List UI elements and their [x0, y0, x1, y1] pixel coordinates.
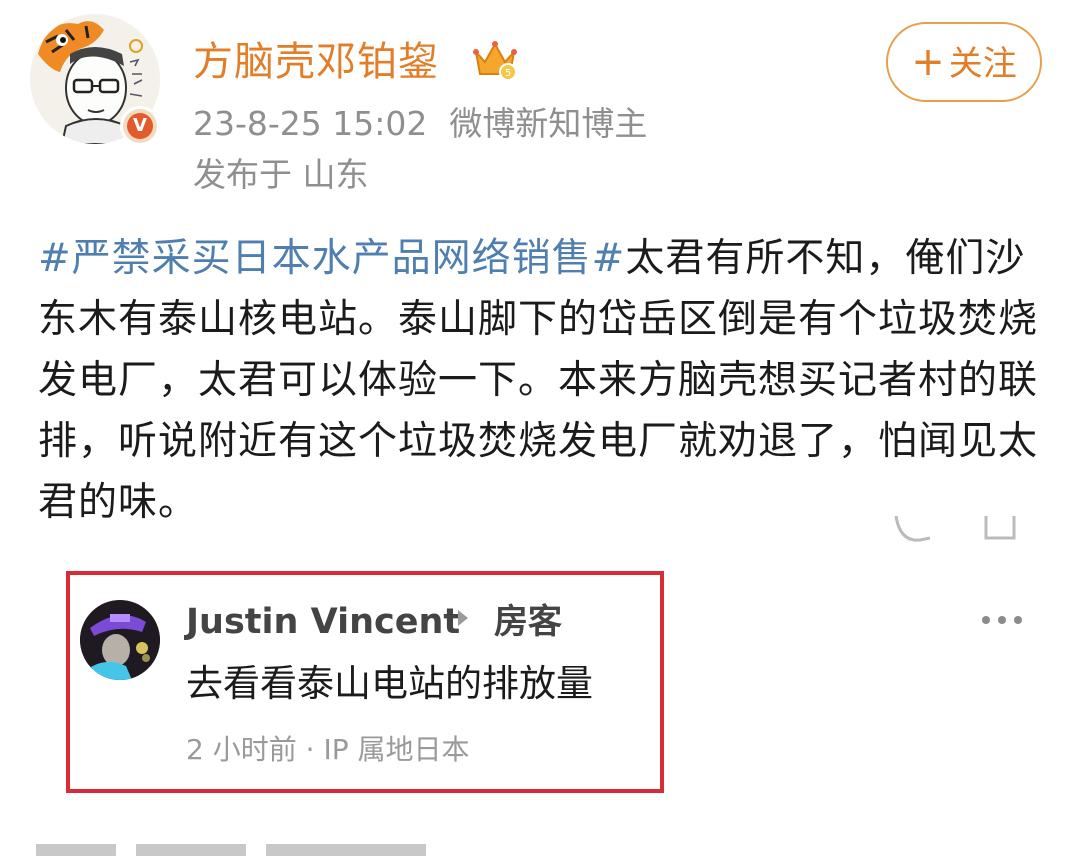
comment-ip: IP 属地日本	[323, 733, 470, 766]
comment-meta: 2 小时前 · IP 属地日本	[186, 730, 469, 770]
author-name[interactable]: 方脑壳邓铂鋆	[193, 38, 439, 86]
hashtag-link[interactable]: #严禁采买日本水产品网络销售#	[38, 236, 625, 281]
commenter-avatar[interactable]	[80, 600, 160, 680]
plus-icon: +	[911, 39, 945, 85]
more-icon[interactable]	[980, 606, 1024, 636]
comment-text: 去看看泰山电站的排放量	[186, 662, 593, 705]
commenter-name[interactable]: Justin Vincent	[186, 600, 460, 644]
svg-text:5: 5	[505, 68, 511, 79]
post-location: 发布于 山东	[193, 155, 369, 194]
crown-level-icon: 5	[472, 38, 518, 86]
post-body: #严禁采买日本水产品网络销售#太君有所不知，俺们沙东木有泰山核电站。泰山脚下的岱…	[38, 228, 1048, 533]
triangle-right-icon	[458, 610, 468, 626]
post-meta: 23-8-25 15:02 微博新知博主	[193, 104, 669, 144]
cutoff-next-comment	[36, 832, 456, 856]
follow-button[interactable]: + 关注	[886, 22, 1042, 102]
comment-time: 2 小时前	[186, 733, 297, 766]
hidden-meta-row	[190, 516, 1030, 546]
author-title: 微博新知博主	[449, 104, 648, 143]
commenter-badge: 房客	[494, 602, 562, 642]
meta-separator: ·	[305, 733, 324, 766]
post-timestamp: 23-8-25 15:02	[193, 104, 428, 143]
verified-icon: V	[120, 106, 160, 146]
